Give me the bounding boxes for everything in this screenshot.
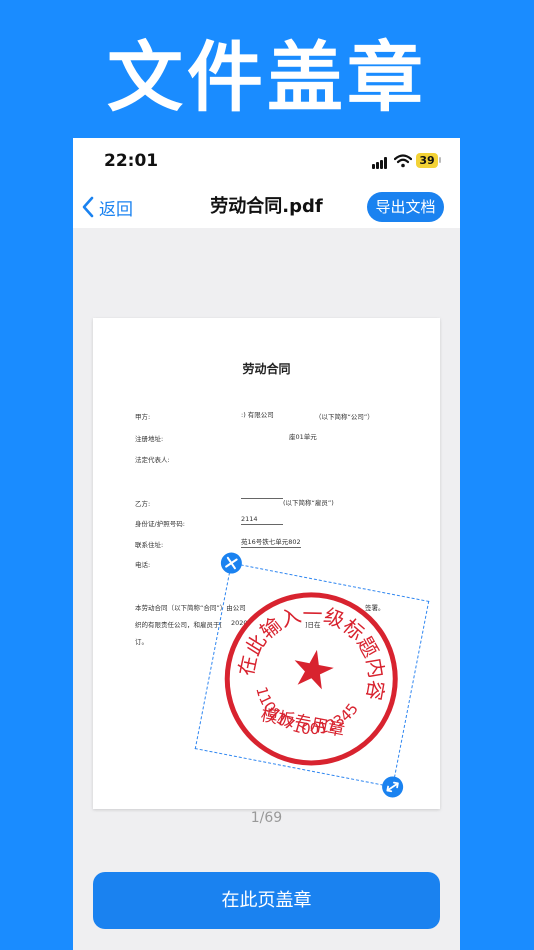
body-line-2: 织的有限责任公司，和雇员于[: [135, 621, 223, 629]
wifi-icon: [394, 154, 412, 168]
back-button[interactable]: 返回: [81, 194, 133, 220]
nav-bar: 返回 劳动合同.pdf 导出文档: [73, 186, 460, 228]
party-a-label: 甲方:: [135, 413, 151, 421]
document-heading: 劳动合同: [242, 362, 291, 376]
export-document-button[interactable]: 导出文档: [367, 192, 444, 222]
party-a-value: :) 有限公司: [241, 411, 274, 419]
company-seal: 在此输入一级标题内容 ★ 模板专用章 110117100123​45: [224, 588, 402, 766]
phone-label: 电话:: [135, 561, 151, 569]
address-value: 座01单元: [289, 433, 317, 441]
chevron-left-icon: [82, 196, 94, 218]
banner-title: 文件盖章: [107, 33, 427, 122]
id-label: 身份证/护照号码:: [135, 520, 185, 528]
status-time: 22:01: [104, 151, 159, 171]
delete-stamp-button[interactable]: [219, 550, 244, 576]
party-b-blank: [241, 497, 283, 499]
contact-label: 联系住址:: [135, 541, 164, 549]
status-bar: 22:01 39: [73, 138, 460, 186]
stamp-selection[interactable]: 在此输入一级标题内容 ★ 模板专用章 110117100123​45: [194, 550, 430, 800]
page-indicator: 1/69: [250, 810, 283, 826]
seal-star: ★: [284, 636, 341, 704]
back-label: 返回: [99, 199, 133, 220]
address-label: 注册地址:: [135, 435, 164, 443]
id-value: 2114: [241, 515, 283, 525]
stamp-this-page-button[interactable]: 在此页盖章: [93, 872, 440, 929]
resize-icon: [386, 781, 399, 793]
body-line-3: 订。: [135, 638, 148, 646]
party-b-label: 乙方:: [135, 500, 151, 508]
contact-value: 苑16号铁七单元802: [241, 538, 301, 548]
resize-stamp-handle[interactable]: [380, 774, 405, 800]
signal-icon: [372, 157, 390, 169]
close-icon: [225, 556, 238, 570]
party-b-note: (以下简称“雇员”): [283, 499, 334, 507]
phone-screen: 22:01 39 返回 劳动合同.pdf 导出文档 劳动合同 甲方: :) 有限…: [73, 138, 460, 950]
party-a-note: （以下简称“公司”）: [315, 413, 374, 421]
battery-cap: [439, 157, 441, 163]
battery-indicator: 39: [416, 153, 438, 168]
rep-label: 法定代表人:: [135, 456, 170, 464]
